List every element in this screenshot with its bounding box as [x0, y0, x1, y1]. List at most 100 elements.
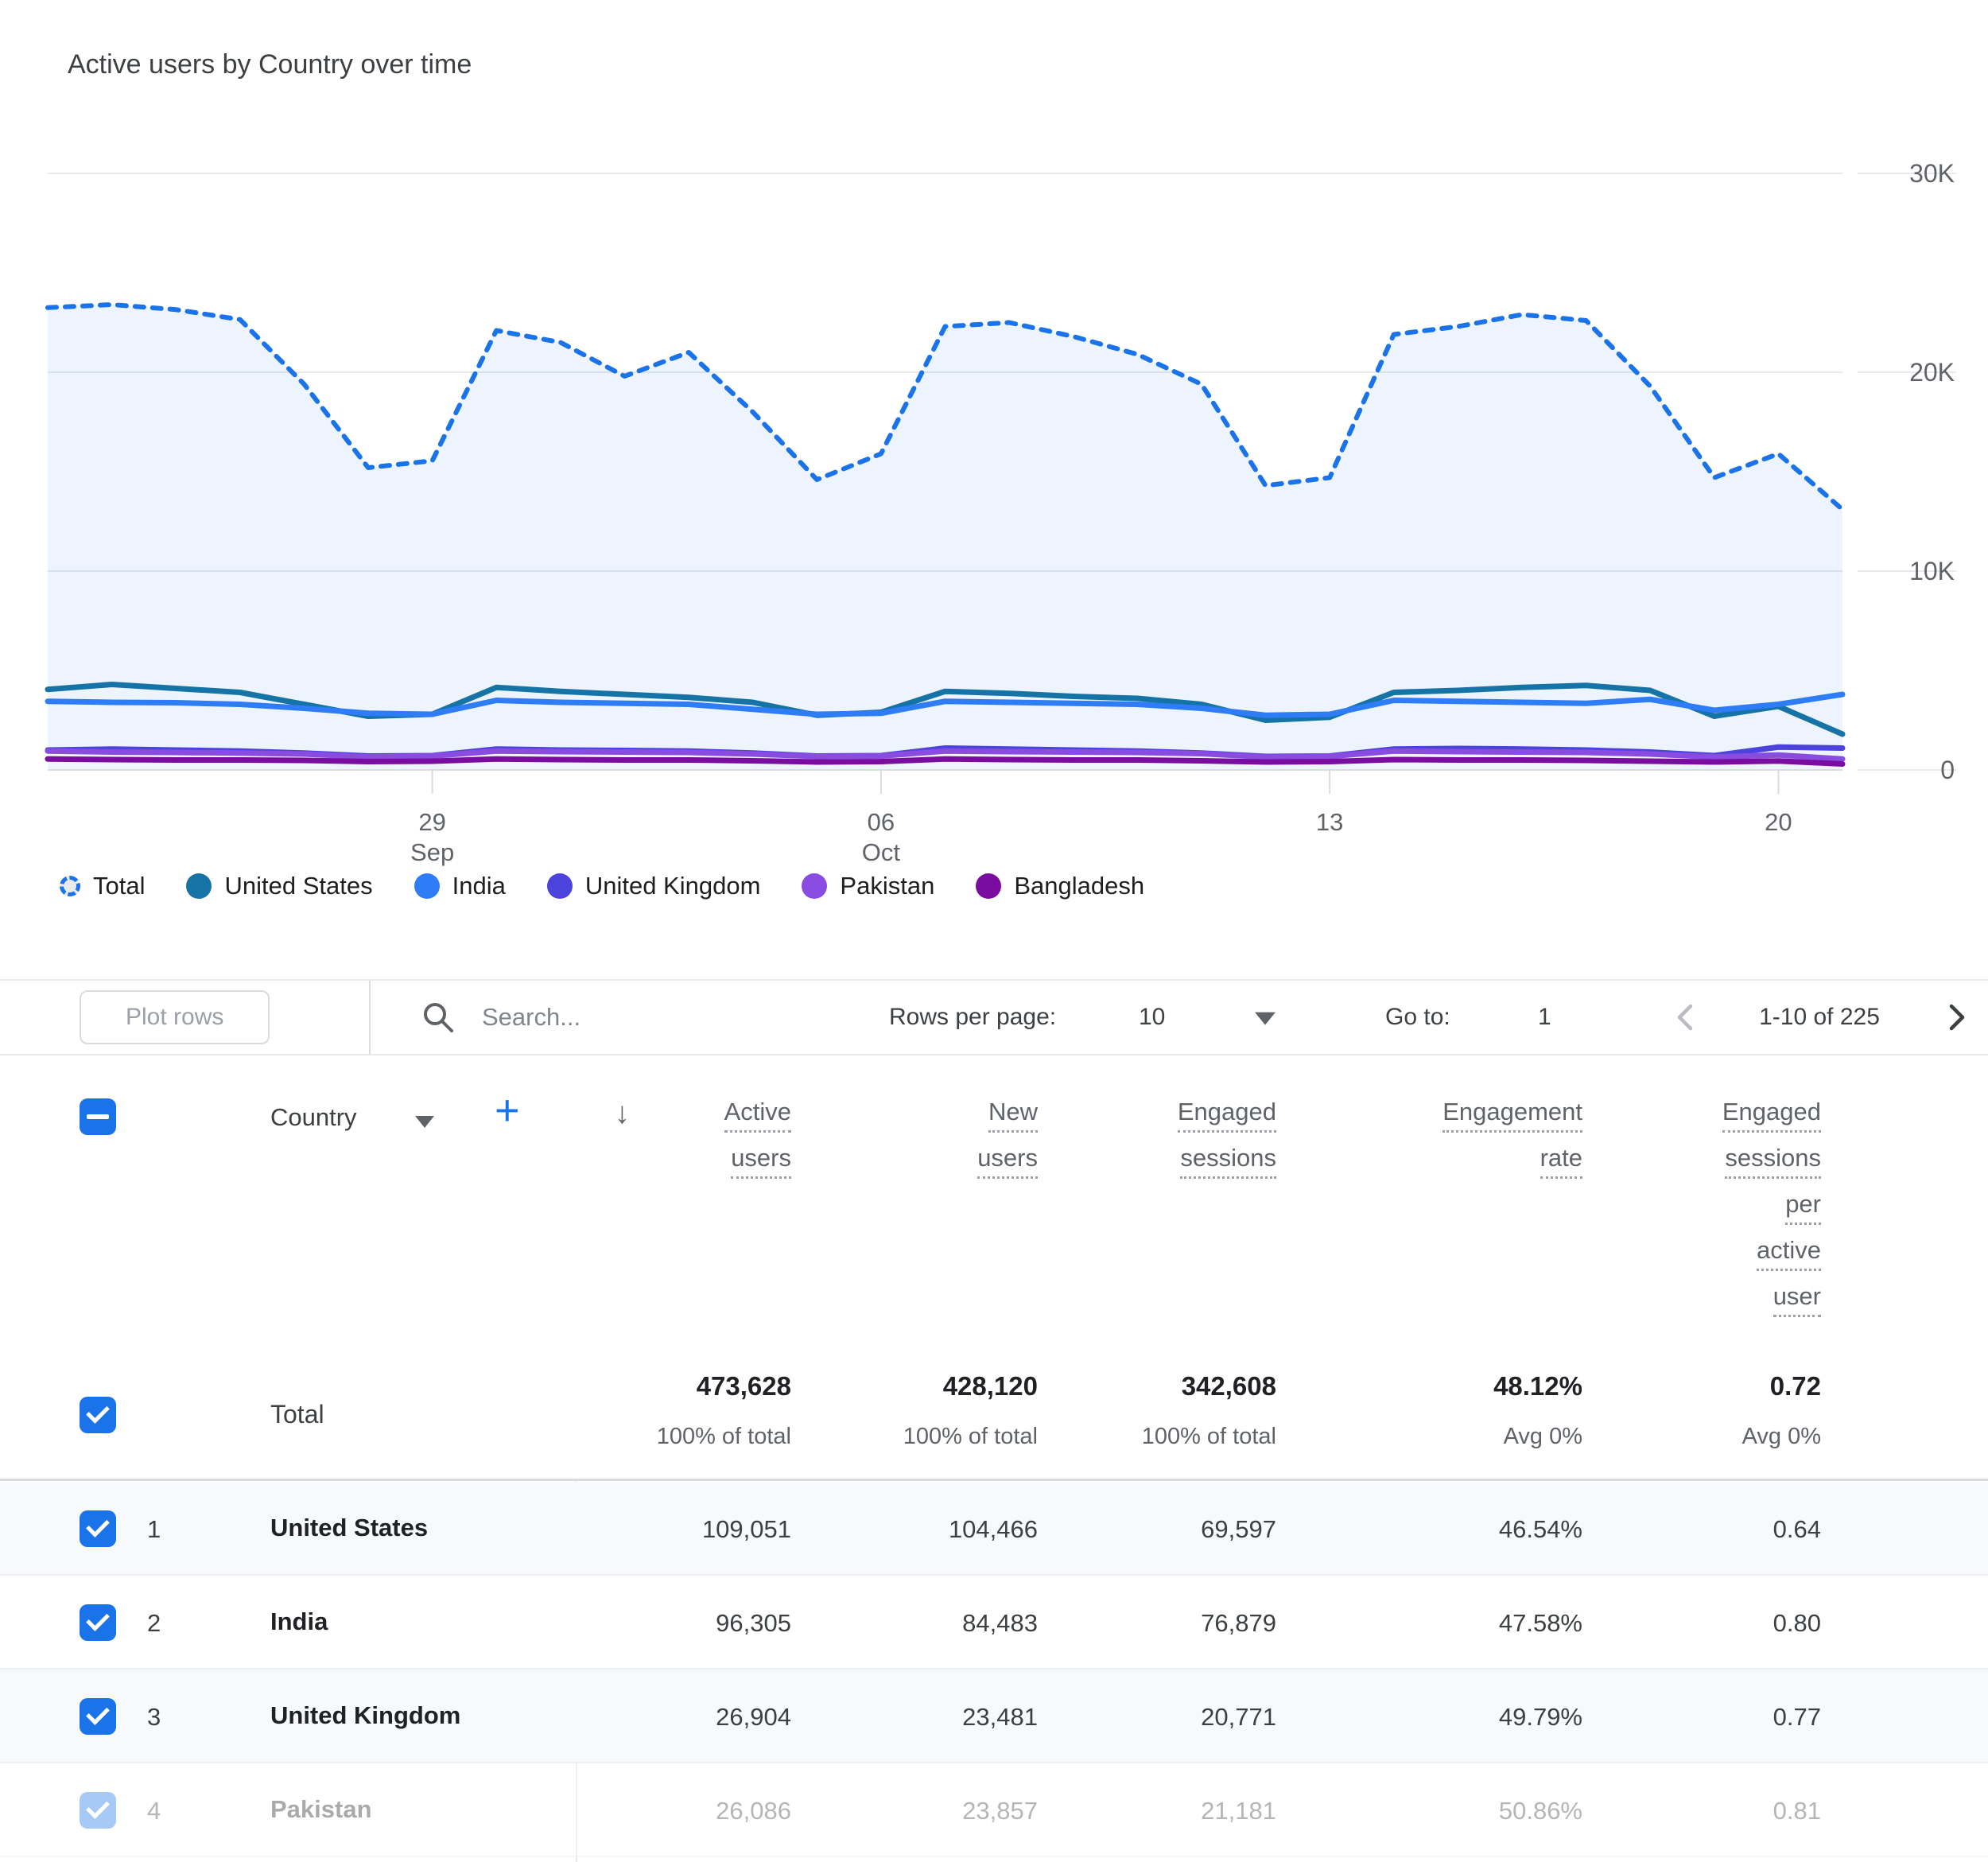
column-header-word: Engaged	[1722, 1098, 1821, 1133]
column-header-word: active	[1757, 1237, 1821, 1271]
table-body: 1United States109,051104,46669,59746.54%…	[0, 1482, 1988, 1857]
x-axis-label: 13	[1316, 808, 1343, 836]
y-axis-label: 10K	[1909, 557, 1955, 585]
chart-canvas: 010K20K30K29Sep06Oct1320	[0, 87, 1988, 867]
column-header-engaged-sessions[interactable]: Engaged sessions	[1178, 1098, 1276, 1191]
row-country-name: India	[270, 1607, 328, 1636]
column-header-word: Engagement	[1442, 1098, 1582, 1133]
metric-value: 26,904	[716, 1703, 791, 1732]
total-sub: 100% of total	[1142, 1424, 1276, 1450]
page-title: Active users by Country over time	[68, 49, 472, 80]
column-header-word: user	[1773, 1283, 1821, 1317]
metric-value: 23,857	[962, 1797, 1038, 1825]
total-active-users: 473,628	[697, 1371, 791, 1401]
column-header-new-users[interactable]: New users	[977, 1098, 1038, 1191]
active-users-chart: 010K20K30K29Sep06Oct1320	[0, 87, 1988, 867]
total-engaged-per-user: 0.72	[1770, 1371, 1821, 1401]
row-checkbox[interactable]	[80, 1792, 116, 1829]
legend-dot-icon	[186, 873, 212, 899]
legend-item-united-kingdom: United Kingdom	[547, 872, 761, 900]
rows-per-page-value[interactable]: 10	[1139, 1004, 1165, 1031]
go-to-label: Go to:	[1385, 1004, 1450, 1031]
column-header-word: users	[731, 1145, 791, 1179]
table-row-india: 2India96,30584,48376,87947.58%0.80	[0, 1576, 1988, 1670]
total-new-users: 428,120	[943, 1371, 1038, 1401]
sort-descending-icon[interactable]: ↓	[615, 1097, 630, 1131]
row-rank: 3	[147, 1703, 161, 1732]
column-header-engagement-rate[interactable]: Engagementrate	[1442, 1098, 1582, 1191]
metric-value: 23,481	[962, 1703, 1038, 1732]
metric-value: 76,879	[1201, 1609, 1276, 1638]
metric-value: 49.79%	[1499, 1703, 1582, 1732]
total-row-checkbox[interactable]	[80, 1397, 116, 1433]
analytics-report-page: Active users by Country over time 010K20…	[0, 0, 1988, 1862]
metric-value: 47.58%	[1499, 1609, 1582, 1638]
row-country-name: United States	[270, 1514, 428, 1542]
x-axis-label: 29	[418, 808, 445, 836]
legend-label: Pakistan	[840, 872, 934, 900]
table-row-united-states: 1United States109,051104,46669,59746.54%…	[0, 1482, 1988, 1576]
row-country-name: United Kingdom	[270, 1701, 460, 1730]
plot-rows-button[interactable]: Plot rows	[80, 990, 270, 1044]
legend-label: Bangladesh	[1014, 872, 1144, 900]
total-engaged-sessions: 342,608	[1182, 1371, 1276, 1401]
column-header-word: per	[1785, 1191, 1821, 1225]
column-header-word: Active	[724, 1098, 791, 1133]
table-row-pakistan: 4Pakistan26,08623,85721,18150.86%0.81	[0, 1763, 1988, 1857]
total-row-label: Total	[270, 1400, 324, 1429]
pagination-range: 1-10 of 225	[1724, 1004, 1915, 1031]
row-checkbox[interactable]	[80, 1604, 116, 1641]
column-header-word: New	[988, 1098, 1038, 1133]
add-dimension-icon[interactable]: +	[495, 1086, 520, 1135]
total-row: Total 473,628 428,120 342,608 48.12% 0.7…	[0, 1352, 1988, 1481]
y-axis-label: 30K	[1909, 159, 1955, 188]
metric-value: 84,483	[962, 1609, 1038, 1638]
legend-label: United Kingdom	[585, 872, 761, 900]
column-header-word: Engaged	[1178, 1098, 1276, 1133]
legend-dot-icon	[976, 873, 1001, 899]
total-sub: Avg 0%	[1742, 1424, 1821, 1450]
legend-dot-icon	[802, 873, 827, 899]
rows-per-page-label: Rows per page:	[889, 1004, 1056, 1031]
column-header-word: sessions	[1180, 1145, 1276, 1179]
metric-value: 26,086	[716, 1797, 791, 1825]
metric-value: 69,597	[1201, 1515, 1276, 1544]
metric-value: 0.77	[1773, 1703, 1821, 1732]
next-page-icon[interactable]	[1940, 1000, 1972, 1035]
select-all-checkbox[interactable]	[80, 1098, 116, 1135]
total-sub: 100% of total	[903, 1424, 1038, 1450]
table-row-united-kingdom: 3 United Kingdom 26,904 23,481 20,771 49.79% 0…	[0, 1670, 1988, 1763]
row-rank: 1	[147, 1515, 161, 1544]
metric-value: 0.81	[1773, 1797, 1821, 1825]
legend-label: India	[452, 872, 506, 900]
row-rank: 2	[147, 1609, 161, 1638]
y-axis-label: 0	[1940, 756, 1955, 784]
total-sub: 100% of total	[657, 1424, 791, 1450]
legend-item-india: India	[414, 872, 506, 900]
row-checkbox[interactable]	[80, 1698, 116, 1735]
column-header-word: users	[977, 1145, 1038, 1179]
dimension-header-country[interactable]: Country	[270, 1103, 357, 1132]
metric-value: 20,771	[1201, 1703, 1276, 1732]
search-input[interactable]	[482, 1003, 832, 1032]
legend-dot-icon	[414, 873, 440, 899]
dimension-caret-icon[interactable]	[415, 1116, 434, 1128]
legend-item-united-states: United States	[186, 872, 372, 900]
table-toolbar: Plot rows Rows per page: 10 Go to: 1 1-1…	[0, 979, 1988, 1055]
legend-item-bangladesh: Bangladesh	[976, 872, 1144, 900]
legend-item-pakistan: Pakistan	[802, 872, 934, 900]
column-header-active-users[interactable]: Active users	[724, 1098, 791, 1191]
legend-dot-icon	[60, 876, 80, 896]
x-axis-label: 06	[868, 808, 895, 836]
y-axis-label: 20K	[1909, 358, 1955, 387]
toolbar-divider	[369, 981, 371, 1054]
column-header-engaged-sessions-per-active-user[interactable]: Engagedsessionsperactiveuser	[1722, 1098, 1821, 1329]
rows-per-page-caret-icon[interactable]	[1255, 1013, 1276, 1025]
prev-page-icon[interactable]	[1670, 1000, 1702, 1035]
row-checkbox[interactable]	[80, 1510, 116, 1547]
metric-value: 46.54%	[1499, 1515, 1582, 1544]
go-to-value[interactable]: 1	[1538, 1004, 1551, 1031]
legend-item-total: Total	[60, 872, 145, 900]
x-axis-label: 20	[1765, 808, 1792, 836]
metric-value: 96,305	[716, 1609, 791, 1638]
